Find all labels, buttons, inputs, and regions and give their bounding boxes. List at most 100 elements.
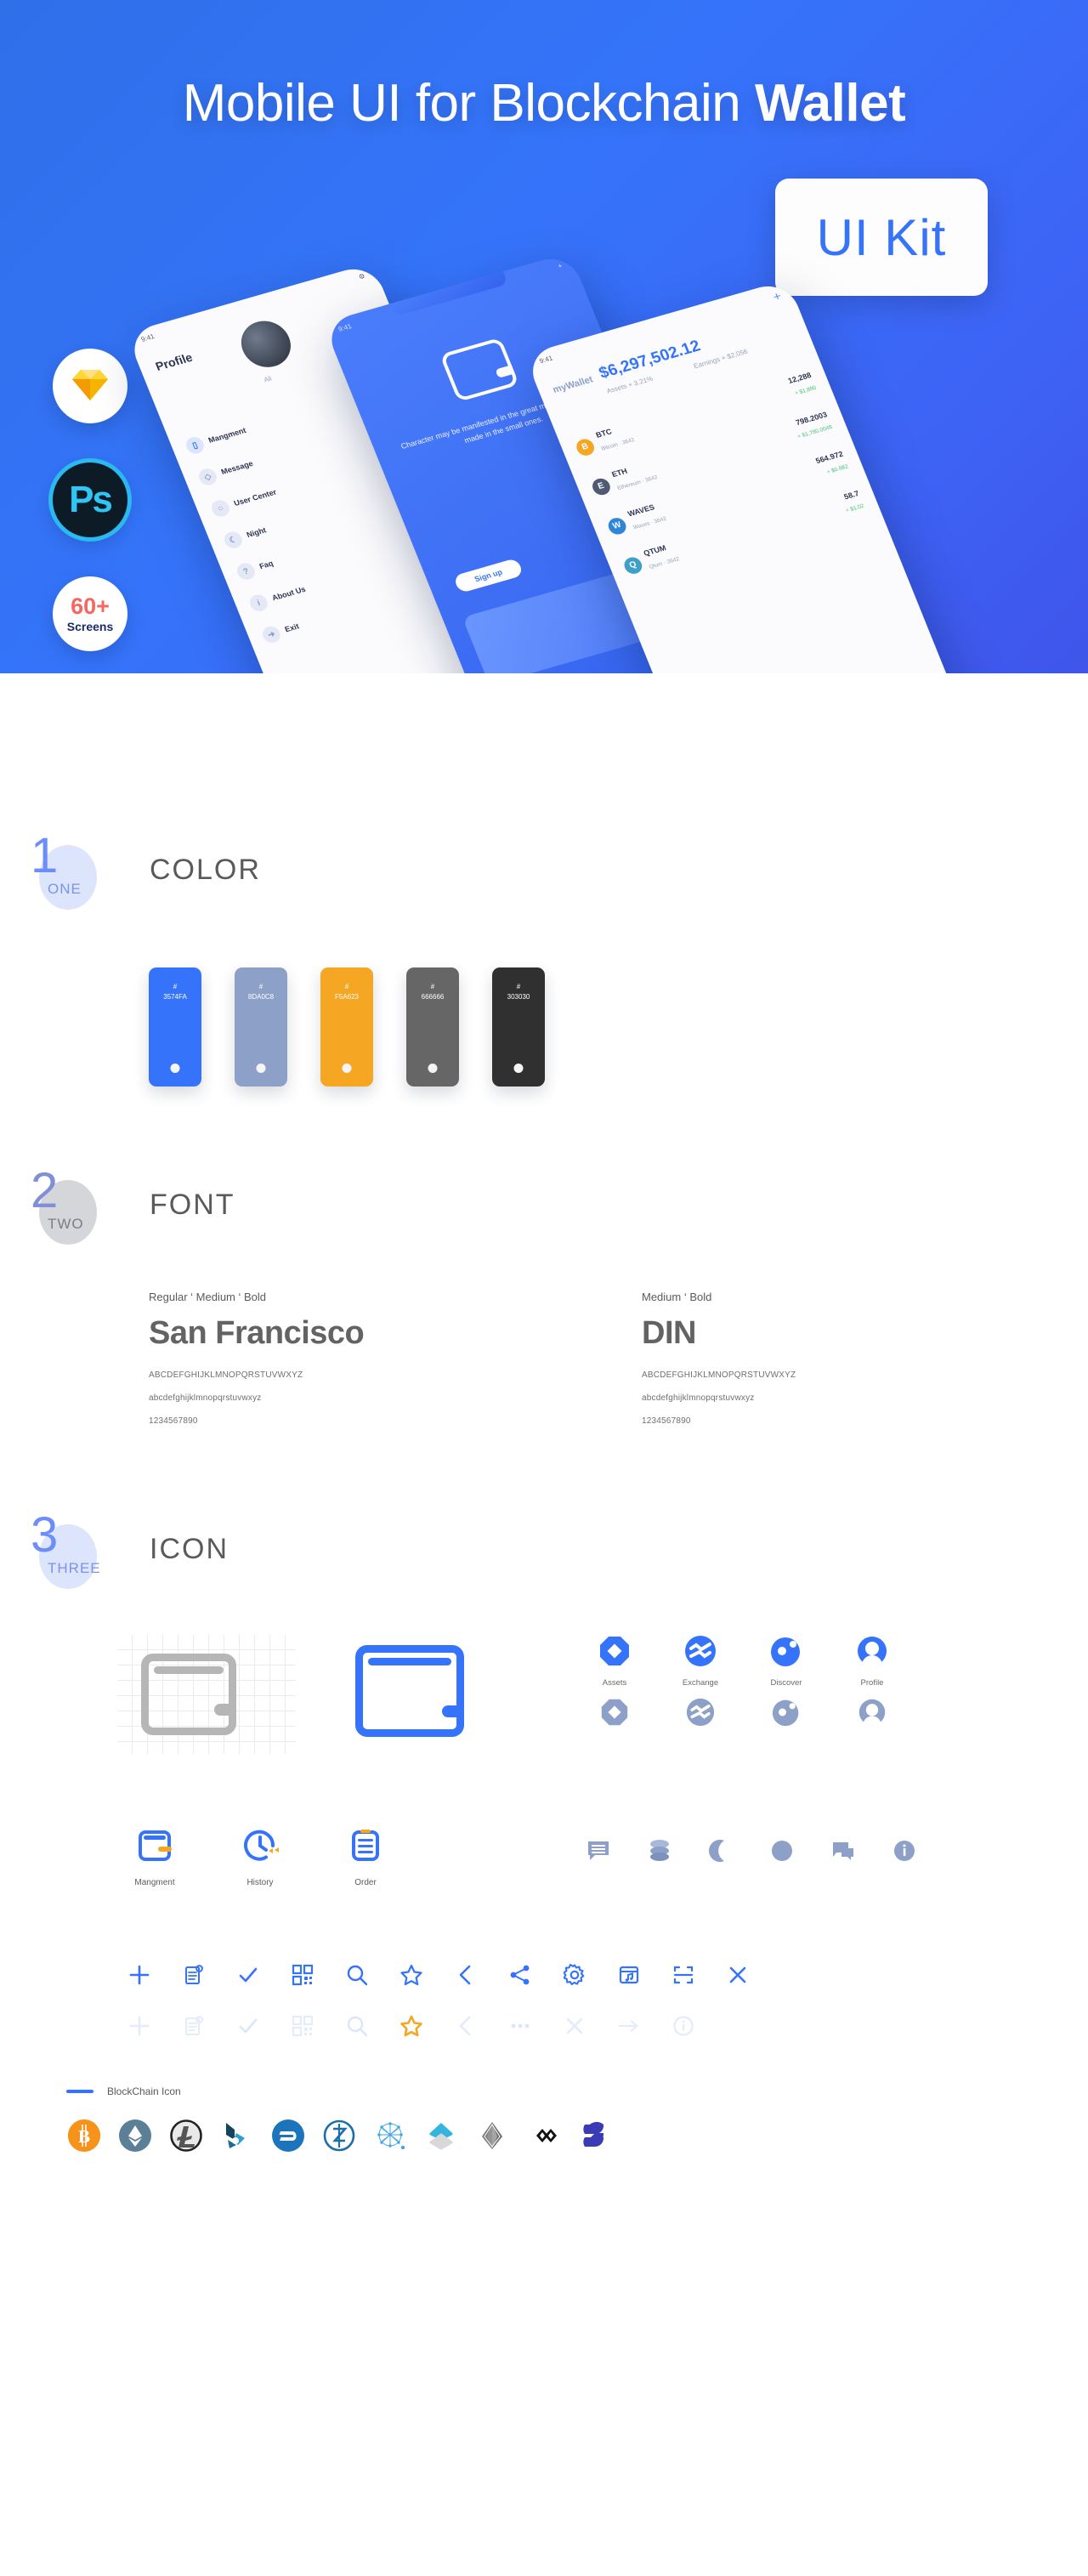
database-stack-icon[interactable] bbox=[648, 1839, 672, 1863]
section-title: FONT bbox=[150, 1189, 235, 1221]
plus-icon[interactable]: + bbox=[771, 289, 784, 304]
assets-octagon-icon bbox=[601, 1699, 628, 1726]
color-swatch-list: # 3574FA # 8DA0C8 # F5A623 # 666666 # 30… bbox=[0, 967, 1088, 1087]
wallet-stat-right-value: + $2,056 bbox=[720, 347, 750, 362]
check-icon[interactable] bbox=[236, 1963, 260, 1987]
color-swatch[interactable]: # 8DA0C8 bbox=[235, 967, 287, 1087]
bitshares-icon[interactable] bbox=[221, 2119, 253, 2152]
color-swatch[interactable]: # 666666 bbox=[406, 967, 459, 1087]
coin-name: BTC bbox=[594, 427, 614, 440]
dash-icon[interactable] bbox=[272, 2119, 304, 2152]
color-swatch[interactable]: # 3574FA bbox=[149, 967, 201, 1087]
search-icon[interactable] bbox=[345, 1963, 369, 1987]
star-icon-highlighted[interactable] bbox=[400, 2014, 423, 2038]
coin-delta: + $1,880 bbox=[794, 384, 818, 397]
hash-symbol: # bbox=[258, 983, 264, 990]
color-swatch[interactable]: # F5A623 bbox=[320, 967, 373, 1087]
color-section-header: 1 ONE COLOR bbox=[0, 831, 1088, 947]
message-box-icon[interactable] bbox=[586, 1839, 610, 1863]
function-icon-row: Mangment History Order bbox=[128, 1826, 393, 1887]
ethereum-icon[interactable] bbox=[119, 2119, 151, 2152]
chat-bubble-icon[interactable] bbox=[831, 1839, 855, 1863]
svg-text:B: B bbox=[78, 2126, 90, 2147]
chevron-left-icon[interactable] bbox=[454, 1963, 478, 1987]
star-icon[interactable] bbox=[400, 1963, 423, 1987]
tab-icon-profile[interactable]: Profile bbox=[853, 1635, 892, 1688]
zcash-icon[interactable] bbox=[323, 2119, 355, 2152]
tab-icon-label: Exchange bbox=[682, 1678, 719, 1688]
swatch-dot bbox=[256, 1064, 266, 1073]
arrow-right-icon[interactable] bbox=[617, 2014, 641, 2038]
ellipsis-icon[interactable] bbox=[508, 2014, 532, 2038]
hero-bottom-fade bbox=[0, 673, 1088, 748]
tab-icon-label: Discover bbox=[770, 1678, 802, 1688]
hash-symbol: # bbox=[173, 983, 178, 990]
circle-icon[interactable] bbox=[770, 1839, 794, 1863]
order-clipboard-icon bbox=[352, 1830, 379, 1861]
function-icon-management[interactable]: Mangment bbox=[128, 1826, 182, 1887]
hash-symbol: # bbox=[430, 983, 435, 990]
tab-icon-exchange[interactable]: Exchange bbox=[681, 1635, 720, 1688]
search-icon-disabled[interactable] bbox=[345, 2014, 369, 2038]
signup-button[interactable]: Sign up bbox=[452, 557, 524, 594]
tab-icon-assets[interactable]: Assets bbox=[595, 1635, 634, 1688]
phone1-menu-label: Message bbox=[219, 459, 255, 477]
ontology-icon[interactable] bbox=[527, 2119, 559, 2152]
coin-name: QTUM bbox=[642, 543, 668, 558]
tab-icon-profile-inactive[interactable] bbox=[853, 1698, 892, 1731]
swatch-dot bbox=[170, 1064, 180, 1073]
discover-dots-icon bbox=[771, 1637, 800, 1666]
gear-icon[interactable] bbox=[563, 1963, 586, 1987]
color-swatch-hex: # 3574FA bbox=[149, 982, 201, 1002]
phone1-username: Ali bbox=[262, 374, 273, 384]
bitcoin-icon[interactable]: B bbox=[68, 2119, 100, 2152]
check-icon-disabled[interactable] bbox=[236, 2014, 260, 2038]
swatch-dot bbox=[513, 1064, 524, 1073]
function-icon-label: Mangment bbox=[134, 1878, 175, 1887]
function-icon-history[interactable]: History bbox=[233, 1826, 287, 1887]
icon-showcase: Assets Exchange Discover Profile Mangmen… bbox=[0, 1626, 1088, 2306]
toolbar-row-primary bbox=[128, 1949, 750, 2000]
plus-icon-disabled[interactable] bbox=[128, 2014, 151, 2038]
coin-value: 564.972 bbox=[813, 449, 845, 465]
tab-icon-discover-inactive[interactable] bbox=[767, 1698, 806, 1731]
share-icon[interactable] bbox=[508, 1963, 532, 1987]
document-settings-icon[interactable] bbox=[182, 1963, 206, 1987]
info-circle-icon-disabled[interactable] bbox=[672, 2014, 695, 2038]
bitcoin-icon: B bbox=[574, 436, 597, 457]
document-settings-icon-disabled[interactable] bbox=[182, 2014, 206, 2038]
qr-code-icon[interactable] bbox=[291, 1963, 314, 1987]
ethereum-icon: E bbox=[589, 476, 613, 497]
nano-icon[interactable] bbox=[578, 2119, 610, 2152]
tab-icon-assets-inactive[interactable] bbox=[595, 1698, 634, 1731]
font-uppercase: ABCDEFGHIJKLMNOPQRSTUVWXYZ bbox=[642, 1370, 796, 1380]
grey-icon-row bbox=[586, 1839, 916, 1863]
close-icon-disabled[interactable] bbox=[563, 2014, 586, 2038]
font-numerals: 1234567890 bbox=[149, 1416, 198, 1426]
tab-icon-discover[interactable]: Discover bbox=[767, 1635, 806, 1688]
nem-icon[interactable] bbox=[374, 2119, 406, 2152]
profile-person-icon bbox=[858, 1699, 886, 1726]
moon-icon[interactable] bbox=[709, 1839, 733, 1863]
music-card-icon[interactable] bbox=[617, 1963, 641, 1987]
litecoin-icon[interactable] bbox=[170, 2119, 202, 2152]
waves-icon[interactable] bbox=[425, 2119, 457, 2152]
plus-icon[interactable] bbox=[128, 1963, 151, 1987]
info-circle-icon[interactable] bbox=[892, 1839, 916, 1863]
wallet-logo-blue bbox=[355, 1645, 483, 1756]
icon-section-header: 3 THREE ICON bbox=[0, 1511, 1088, 1626]
plus-icon[interactable]: + bbox=[557, 262, 564, 270]
scan-icon[interactable] bbox=[672, 1963, 695, 1987]
eos-icon[interactable] bbox=[476, 2119, 508, 2152]
color-swatch[interactable]: # 303030 bbox=[492, 967, 545, 1087]
function-icon-order[interactable]: Order bbox=[338, 1826, 393, 1887]
qr-code-icon-disabled[interactable] bbox=[291, 2014, 314, 2038]
toolbar-icon-rows bbox=[128, 1949, 750, 2051]
chevron-left-icon-disabled[interactable] bbox=[454, 2014, 478, 2038]
blockchain-icon-row: B bbox=[68, 2119, 610, 2152]
history-clock-icon bbox=[244, 1830, 279, 1861]
coin-delta: + $0.882 bbox=[825, 463, 849, 475]
font-lowercase: abcdefghijklmnopqrstuvwxyz bbox=[149, 1393, 262, 1403]
tab-icon-exchange-inactive[interactable] bbox=[681, 1698, 720, 1731]
close-icon[interactable] bbox=[726, 1963, 750, 1987]
